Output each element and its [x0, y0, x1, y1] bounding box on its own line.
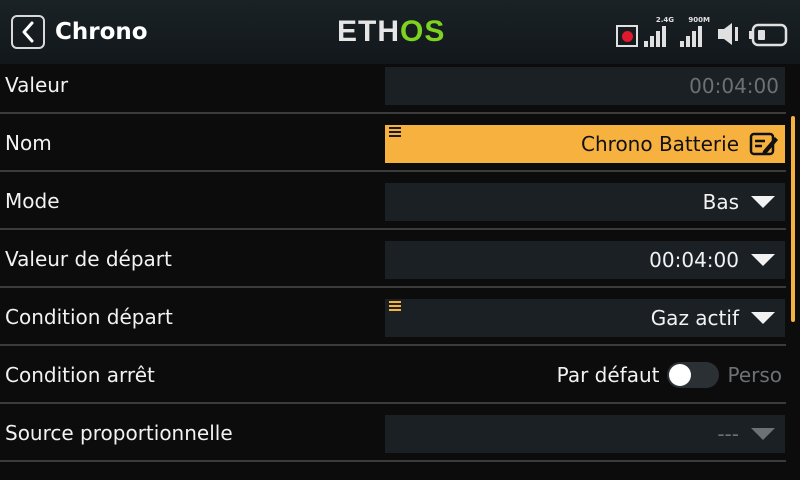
menu-lines-icon [389, 301, 401, 313]
dropdown-arrow-icon [751, 312, 775, 324]
start-condition-dropdown[interactable]: Gaz actif [385, 299, 785, 337]
row-label: Condition départ [5, 305, 173, 329]
name-value: Chrono Batterie [581, 132, 739, 156]
row-label: Valeur [5, 73, 69, 97]
dropdown-arrow-icon [751, 254, 775, 266]
row-condition-arret: Condition arrêt Par défaut Perso [0, 348, 786, 404]
mode-dropdown[interactable]: Bas [385, 183, 785, 221]
row-valeur-depart: Valeur de départ 00:04:00 [0, 232, 786, 288]
start-condition-value: Gaz actif [650, 306, 739, 330]
proportional-source-dropdown[interactable]: --- [385, 415, 785, 453]
toggle-knob [669, 364, 692, 386]
page-title: Chrono [55, 19, 148, 45]
battery-icon [749, 23, 788, 47]
valeur-display: 00:04:00 [385, 67, 785, 105]
back-button[interactable] [11, 15, 45, 49]
proportional-source-value: --- [717, 422, 739, 446]
ethos-logo: ETHOS [337, 15, 446, 48]
start-value: 00:04:00 [649, 248, 739, 272]
menu-lines-icon [389, 127, 401, 139]
dropdown-arrow-icon [751, 428, 775, 440]
option-custom[interactable]: Perso [727, 363, 782, 387]
stop-condition-toggle[interactable] [667, 362, 720, 388]
row-mode: Mode Bas [0, 174, 786, 230]
row-condition-depart: Condition départ Gaz actif [0, 290, 786, 346]
row-label: Mode [5, 189, 60, 213]
scrollbar[interactable] [791, 116, 795, 322]
header-bar: Chrono ETHOS 2.4G 900M [0, 0, 800, 64]
stop-condition-switch: Par défaut Perso [557, 362, 782, 388]
mode-value: Bas [702, 190, 739, 214]
valeur-value: 00:04:00 [689, 74, 779, 98]
row-label: Source proportionnelle [5, 421, 233, 445]
signal-2-4g-label: 2.4G [655, 16, 674, 24]
row-valeur: Valeur 00:04:00 [0, 58, 786, 114]
speaker-icon [718, 23, 738, 45]
option-default[interactable]: Par défaut [557, 363, 660, 387]
status-icons: 2.4G 900M [616, 16, 788, 47]
edit-icon[interactable] [749, 131, 779, 157]
signal-2-4g-icon: 2.4G [644, 16, 674, 47]
row-source-proportionnelle: Source proportionnelle --- [0, 406, 786, 462]
name-field[interactable]: Chrono Batterie [385, 125, 785, 163]
row-label: Nom [5, 131, 52, 155]
row-label: Condition arrêt [5, 363, 155, 387]
row-nom: Nom Chrono Batterie [0, 116, 786, 172]
signal-900m-label: 900M [688, 16, 710, 24]
row-label: Valeur de départ [5, 247, 172, 271]
start-value-dropdown[interactable]: 00:04:00 [385, 241, 785, 279]
record-icon [616, 25, 638, 47]
chevron-left-icon [22, 21, 34, 43]
signal-900m-icon: 900M [680, 16, 710, 47]
dropdown-arrow-icon [751, 196, 775, 208]
